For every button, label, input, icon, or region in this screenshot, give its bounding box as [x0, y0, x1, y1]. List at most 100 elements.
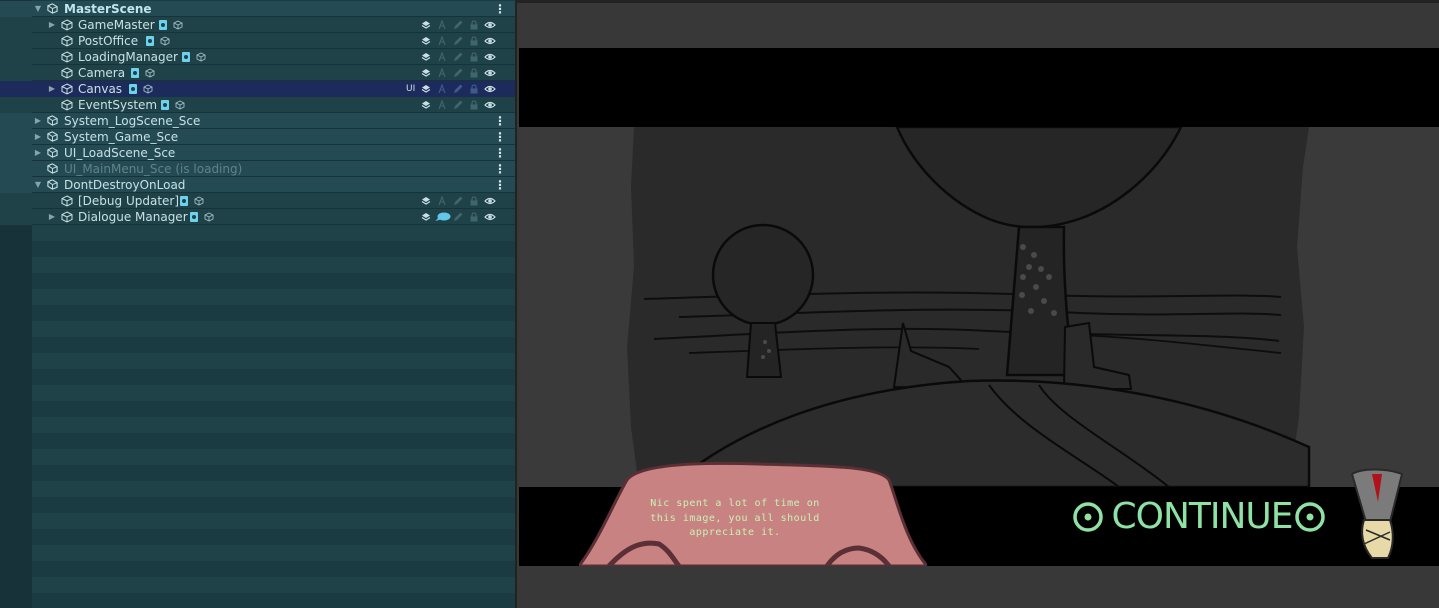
- scene-row-masterscene[interactable]: ▼ MasterScene ⋮: [0, 1, 515, 17]
- gameobject-row-gamemaster[interactable]: ▶ GameMaster: [0, 17, 515, 33]
- expand-arrow-icon[interactable]: ▶: [47, 81, 57, 97]
- hierarchy-empty-row: [32, 561, 515, 577]
- eye-icon[interactable]: [484, 195, 496, 207]
- layers-icon[interactable]: [420, 195, 432, 207]
- prefab-icon: [160, 36, 170, 46]
- kebab-menu-icon[interactable]: ⋮: [494, 161, 506, 177]
- layers-icon[interactable]: [420, 211, 432, 223]
- hierarchy-empty-row: [32, 449, 515, 465]
- continue-button[interactable]: CONTINUE: [1069, 493, 1337, 553]
- expand-arrow-icon[interactable]: ▶: [47, 209, 57, 225]
- eye-icon[interactable]: [484, 35, 496, 47]
- pencil-icon[interactable]: [452, 195, 464, 207]
- gameobject-cube-icon: [61, 67, 73, 79]
- eye-icon[interactable]: [484, 211, 496, 223]
- gameobject-row-camera[interactable]: Camera: [0, 65, 515, 81]
- script-icon: [190, 212, 198, 222]
- scene-label: UI_MainMenu_Sce (is loading): [64, 162, 243, 176]
- static-a-icon[interactable]: [436, 51, 448, 63]
- prefab-icon: [173, 20, 183, 30]
- gameobject-cube-icon: [61, 195, 73, 207]
- lock-icon[interactable]: [468, 211, 480, 223]
- lock-icon[interactable]: [468, 51, 480, 63]
- script-icon: [180, 196, 188, 206]
- gameobject-label: Canvas: [78, 82, 123, 96]
- static-a-icon[interactable]: [436, 67, 448, 79]
- lock-icon[interactable]: [468, 35, 480, 47]
- scene-row-ui-loadscene[interactable]: ▶ UI_LoadScene_Sce ⋮: [0, 145, 515, 161]
- hierarchy-empty-row: [32, 433, 515, 449]
- hierarchy-empty-row: [32, 529, 515, 545]
- pencil-icon[interactable]: [452, 51, 464, 63]
- pencil-icon[interactable]: [452, 67, 464, 79]
- unity-scene-icon: [47, 179, 58, 190]
- expand-arrow-icon[interactable]: ▶: [33, 113, 43, 129]
- scene-row-ui-mainmenu[interactable]: UI_MainMenu_Sce (is loading) ⋮: [0, 161, 515, 177]
- kebab-menu-icon[interactable]: ⋮: [494, 145, 506, 161]
- script-icon: [161, 100, 169, 110]
- hierarchy-empty-row: [32, 321, 515, 337]
- eye-icon[interactable]: [484, 51, 496, 63]
- eye-icon[interactable]: [484, 83, 496, 95]
- layers-icon[interactable]: [420, 51, 432, 63]
- gameobject-row-canvas[interactable]: ▶ Canvas UI: [0, 81, 515, 97]
- gameobject-row-debug-updater[interactable]: [Debug Updater]: [0, 193, 515, 209]
- layers-icon[interactable]: [420, 67, 432, 79]
- prefab-icon: [196, 52, 206, 62]
- scene-row-system-game[interactable]: ▶ System_Game_Sce ⋮: [0, 129, 515, 145]
- lock-icon[interactable]: [468, 67, 480, 79]
- scene-label: MasterScene: [64, 2, 152, 16]
- kebab-menu-icon[interactable]: ⋮: [494, 113, 506, 129]
- speech-bubble-icon[interactable]: [435, 212, 451, 222]
- pencil-icon[interactable]: [452, 211, 464, 223]
- eye-icon[interactable]: [484, 99, 496, 111]
- static-a-icon[interactable]: [436, 83, 448, 95]
- hierarchy-empty-row: [32, 385, 515, 401]
- layers-icon[interactable]: [420, 99, 432, 111]
- lock-icon[interactable]: [468, 19, 480, 31]
- ring-icon: [1073, 502, 1103, 532]
- hierarchy-empty-row: [32, 401, 515, 417]
- gameobject-row-loadingmanager[interactable]: LoadingManager: [0, 49, 515, 65]
- expand-arrow-icon[interactable]: ▶: [33, 129, 43, 145]
- gameobject-label: PostOffice: [78, 34, 139, 48]
- eye-icon[interactable]: [484, 19, 496, 31]
- kebab-menu-icon[interactable]: ⋮: [494, 129, 506, 145]
- gameobject-row-dialogue-manager[interactable]: ▶ Dialogue Manager: [0, 209, 515, 225]
- lock-icon[interactable]: [468, 99, 480, 111]
- game-view[interactable]: Nic spent a lot of time on this image, y…: [515, 0, 1439, 608]
- gameobject-label: EventSystem: [78, 98, 158, 112]
- pencil-icon[interactable]: [452, 35, 464, 47]
- gameobject-row-postoffice[interactable]: PostOffice: [0, 33, 515, 49]
- gameobject-cube-icon: [61, 99, 73, 111]
- hierarchy-empty-row: [32, 481, 515, 497]
- gameobject-cube-icon: [61, 35, 73, 47]
- gameobject-label: GameMaster: [78, 18, 155, 32]
- static-a-icon[interactable]: [436, 19, 448, 31]
- scene-row-dontdestroyonload[interactable]: ▼ DontDestroyOnLoad ⋮: [0, 177, 515, 193]
- layers-icon[interactable]: [420, 19, 432, 31]
- expand-arrow-icon[interactable]: ▶: [47, 17, 57, 33]
- expand-arrow-icon[interactable]: ▼: [33, 177, 43, 193]
- gameobject-cube-icon: [61, 19, 73, 31]
- expand-arrow-icon[interactable]: ▼: [33, 1, 43, 17]
- eye-icon[interactable]: [484, 67, 496, 79]
- pencil-icon[interactable]: [452, 99, 464, 111]
- hierarchy-empty-row: [32, 273, 515, 289]
- lock-icon[interactable]: [468, 83, 480, 95]
- static-a-icon[interactable]: [436, 99, 448, 111]
- static-a-icon[interactable]: [436, 35, 448, 47]
- lock-icon[interactable]: [468, 195, 480, 207]
- static-a-icon[interactable]: [436, 195, 448, 207]
- layers-icon[interactable]: [420, 35, 432, 47]
- expand-arrow-icon[interactable]: ▶: [33, 145, 43, 161]
- layers-icon[interactable]: [420, 83, 432, 95]
- hierarchy-empty-row: [32, 545, 515, 561]
- pencil-icon[interactable]: [452, 19, 464, 31]
- gameobject-label: LoadingManager: [78, 50, 178, 64]
- scene-row-system-logscene[interactable]: ▶ System_LogScene_Sce ⋮: [0, 113, 515, 129]
- pencil-icon[interactable]: [452, 83, 464, 95]
- gameobject-row-eventsystem[interactable]: EventSystem: [0, 97, 515, 113]
- kebab-menu-icon[interactable]: ⋮: [494, 177, 506, 193]
- kebab-menu-icon[interactable]: ⋮: [494, 1, 506, 17]
